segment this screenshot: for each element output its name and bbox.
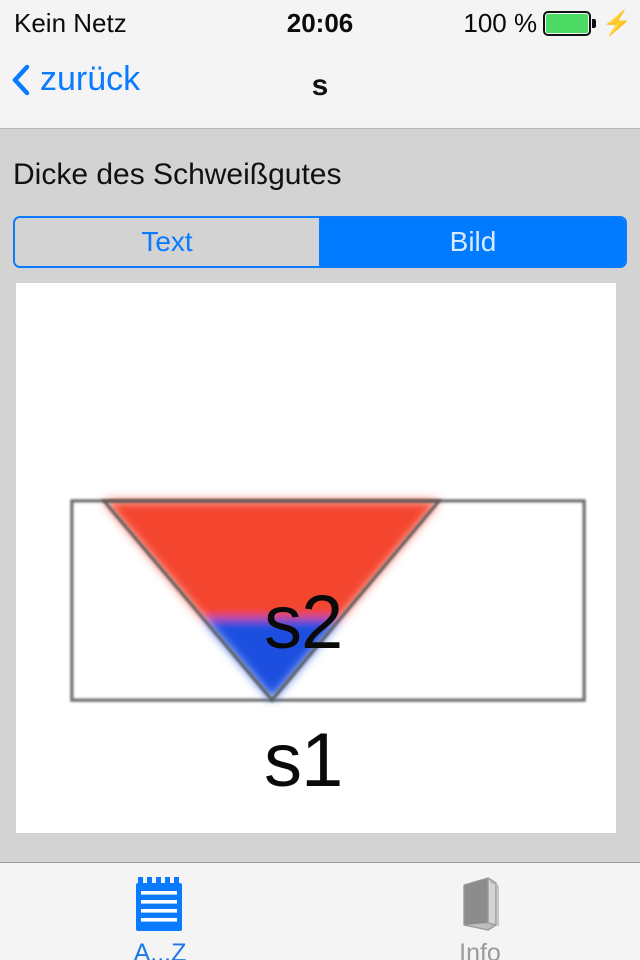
lightning-bolt-icon: ⚡	[602, 9, 632, 37]
status-bar: Kein Netz 20:06 100 % ⚡	[0, 0, 640, 44]
segment-text[interactable]: Text	[15, 218, 319, 266]
image-panel[interactable]: s2 s1	[16, 283, 616, 833]
content-area: Dicke des Schweißgutes Text Bild s2 s1	[0, 130, 640, 862]
page-title: s	[311, 69, 329, 102]
tab-bar: A...Z Info	[0, 862, 640, 960]
battery-status-group: 100 % ⚡	[463, 8, 632, 39]
navigation-bar: zurück s	[0, 44, 640, 129]
book-icon	[454, 875, 506, 933]
segment-bild[interactable]: Bild	[321, 218, 625, 266]
segment-bild-label: Bild	[449, 226, 497, 257]
tab-item-info-label: Info	[459, 939, 501, 960]
segment-text-label: Text	[141, 226, 193, 257]
app-screen: Kein Netz 20:06 100 % ⚡ zurück s Dicke d…	[0, 0, 640, 960]
weld-label-s1: s1	[264, 718, 343, 803]
notepad-icon	[134, 875, 186, 933]
battery-full-icon	[543, 11, 597, 36]
section-title: Dicke des Schweißgutes	[13, 158, 342, 191]
weld-label-s2: s2	[264, 580, 343, 665]
tab-item-az-label: A...Z	[133, 939, 187, 960]
tab-item-az[interactable]: A...Z	[0, 863, 320, 960]
tab-item-info[interactable]: Info	[320, 863, 640, 960]
view-mode-segmented-control[interactable]: Text Bild	[13, 216, 627, 268]
battery-percent-label: 100 %	[463, 8, 538, 38]
